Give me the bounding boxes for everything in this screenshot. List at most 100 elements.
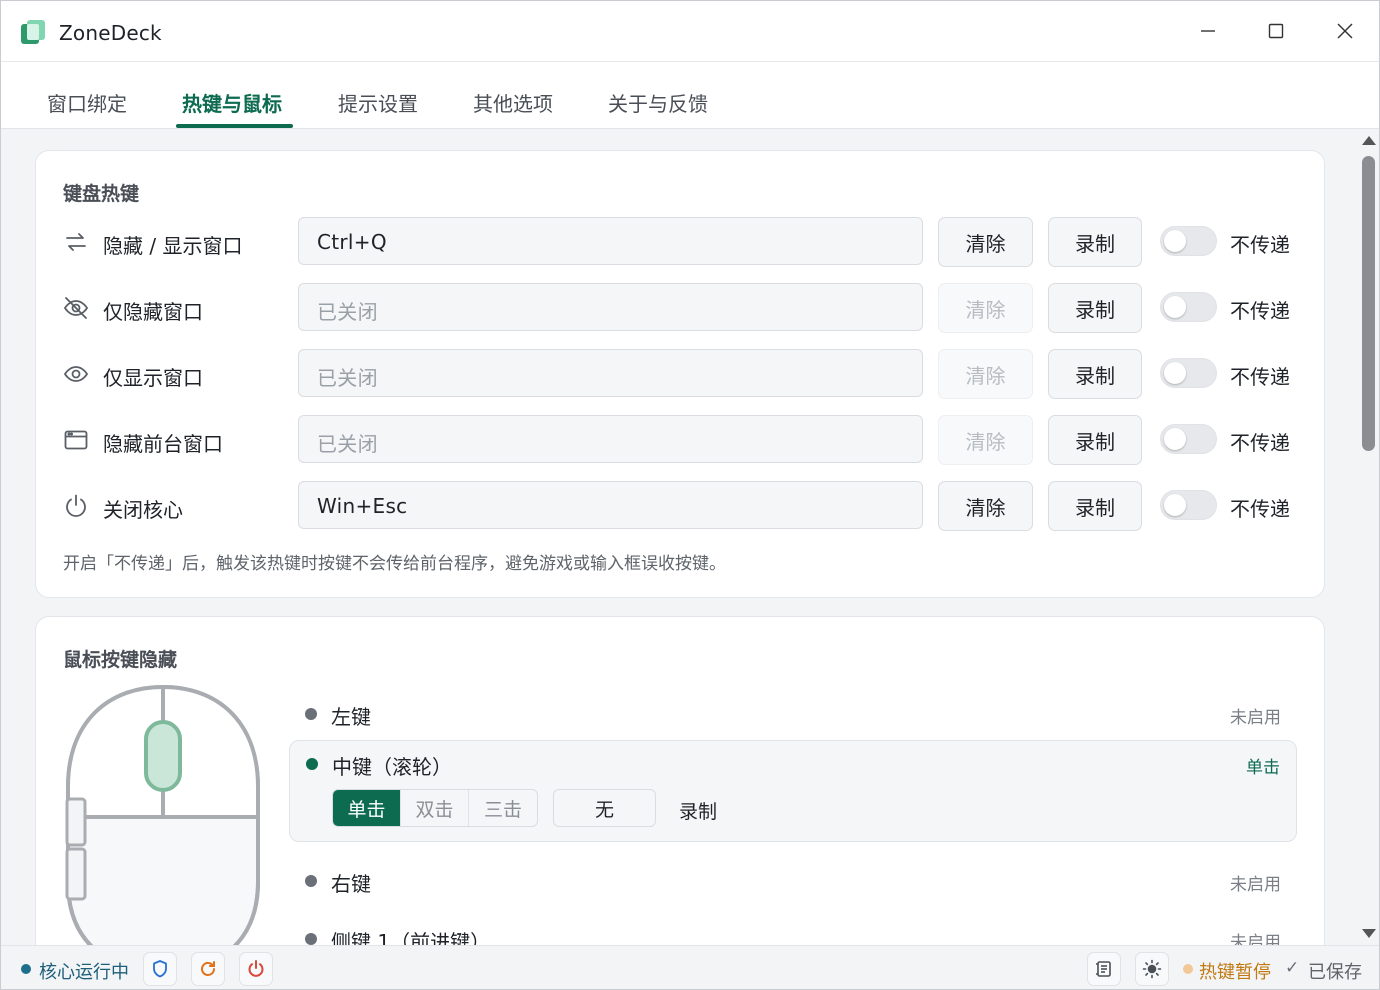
- refresh-icon: [201, 961, 215, 976]
- hotkey-row-show-only: 仅显示窗口 已关闭 清除 录制 不传递: [36, 349, 1324, 399]
- no-pass-label: 不传递: [1230, 365, 1290, 389]
- no-pass-toggle[interactable]: [1160, 490, 1217, 520]
- mouse-button-status: 未启用: [1230, 875, 1281, 895]
- hotkey-input[interactable]: 已关闭: [298, 283, 923, 331]
- shield-icon: [153, 960, 167, 978]
- hotkey-input[interactable]: Ctrl+Q: [298, 217, 923, 265]
- mouse-button-row-middle[interactable]: 中键（滚轮） 单击 单击 双击 三击 无 录制: [289, 740, 1297, 842]
- hotkey-input[interactable]: Win+Esc: [298, 481, 923, 529]
- title-bar: ZoneDeck: [1, 1, 1379, 62]
- status-dot: [305, 933, 317, 945]
- scrollbar-thumb[interactable]: [1362, 156, 1375, 451]
- mouse-button-row-side1[interactable]: 侧键 1（前进键） 未启用: [289, 916, 1297, 945]
- power-icon: [66, 494, 86, 517]
- mouse-button-status: 未启用: [1230, 708, 1281, 728]
- clear-button[interactable]: 清除: [938, 481, 1033, 531]
- save-state-text: 已保存: [1308, 962, 1362, 983]
- mouse-button-status: 未启用: [1230, 933, 1281, 945]
- no-pass-toggle[interactable]: [1160, 358, 1217, 388]
- no-pass-toggle[interactable]: [1160, 424, 1217, 454]
- no-pass-toggle[interactable]: [1160, 226, 1217, 256]
- app-window: ZoneDeck 窗口绑定 热键与鼠标 提示设置 其他选项 关于与反馈 键盘热键: [0, 0, 1380, 990]
- app-logo-icon: [21, 20, 45, 44]
- hotkey-label: 仅显示窗口: [103, 366, 203, 390]
- record-button[interactable]: 录制: [1048, 349, 1142, 399]
- modifier-select[interactable]: 无: [553, 789, 656, 827]
- tab-bar: 窗口绑定 热键与鼠标 提示设置 其他选项 关于与反馈: [1, 62, 1379, 129]
- restart-button[interactable]: [191, 952, 225, 986]
- no-pass-label: 不传递: [1230, 233, 1290, 257]
- hotkey-row-hide-only: 仅隐藏窗口 已关闭 清除 录制 不传递: [36, 283, 1324, 333]
- status-dot: [305, 708, 317, 720]
- hotkey-pause-text[interactable]: 热键暂停: [1199, 958, 1271, 984]
- mouse-button-status: 单击: [1246, 758, 1280, 778]
- shield-button[interactable]: [143, 952, 177, 986]
- window-icon: [64, 430, 88, 450]
- status-dot: [305, 875, 317, 887]
- hotkey-label: 隐藏 / 显示窗口: [103, 234, 243, 258]
- keyboard-hotkeys-title: 键盘热键: [63, 183, 140, 205]
- active-tab-indicator: [176, 124, 293, 128]
- tab-tip-settings[interactable]: 提示设置: [338, 88, 418, 117]
- hotkey-row-toggle-window: 隐藏 / 显示窗口 Ctrl+Q 清除 录制 不传递: [36, 217, 1324, 267]
- tab-hotkeys-mouse[interactable]: 热键与鼠标: [182, 88, 282, 117]
- eye-off-icon: [63, 297, 89, 319]
- sun-icon: [1142, 959, 1162, 979]
- record-button[interactable]: 录制: [1048, 283, 1142, 333]
- swap-arrows-icon: [66, 233, 86, 251]
- no-pass-label: 不传递: [1230, 497, 1290, 521]
- mouse-button-name: 左键: [331, 705, 371, 729]
- maximize-icon: [1268, 23, 1284, 39]
- mouse-illustration-icon: [65, 684, 260, 945]
- hotkey-row-close-core: 关闭核心 Win+Esc 清除 录制 不传递: [36, 481, 1324, 531]
- clear-button[interactable]: 清除: [938, 415, 1033, 465]
- core-status-text: 核心运行中: [39, 962, 129, 983]
- tab-about-feedback[interactable]: 关于与反馈: [608, 88, 708, 117]
- record-button[interactable]: 录制: [1048, 481, 1142, 531]
- mouse-hide-card: 鼠标按键隐藏 左键 未启用 中键（滚轮） 单击 单击 双击 三击 无 录制 右键…: [35, 616, 1325, 945]
- clear-button[interactable]: 清除: [938, 217, 1033, 267]
- click-mode-triple[interactable]: 三击: [469, 790, 537, 826]
- hotkey-label: 关闭核心: [103, 498, 183, 522]
- mouse-button-row-right[interactable]: 右键 未启用: [289, 858, 1297, 906]
- hotkey-label: 仅隐藏窗口: [103, 300, 203, 324]
- tab-window-binding[interactable]: 窗口绑定: [47, 88, 127, 117]
- no-pass-label: 不传递: [1230, 299, 1290, 323]
- mouse-button-name: 右键: [331, 872, 371, 896]
- hotkey-pause-dot: [1183, 964, 1193, 974]
- power-button[interactable]: [239, 952, 273, 986]
- status-dot: [306, 758, 318, 770]
- hotkey-input[interactable]: 已关闭: [298, 349, 923, 397]
- hotkey-input[interactable]: 已关闭: [298, 415, 923, 463]
- click-mode-single[interactable]: 单击: [333, 790, 401, 826]
- mouse-button-name: 侧键 1（前进键）: [331, 930, 491, 945]
- app-title: ZoneDeck: [59, 21, 162, 45]
- click-mode-double[interactable]: 双击: [401, 790, 469, 826]
- core-status-dot: [21, 964, 31, 974]
- theme-button[interactable]: [1135, 952, 1169, 986]
- scroll-log-icon: [1096, 961, 1111, 977]
- mouse-record-button[interactable]: 录制: [679, 797, 717, 824]
- no-pass-label: 不传递: [1230, 431, 1290, 455]
- hotkey-label: 隐藏前台窗口: [103, 432, 223, 456]
- click-mode-segmented: 单击 双击 三击: [332, 789, 538, 827]
- scroll-up-icon[interactable]: [1362, 136, 1376, 145]
- clear-button[interactable]: 清除: [938, 283, 1033, 333]
- minimize-button[interactable]: [1188, 15, 1228, 47]
- log-button[interactable]: [1087, 952, 1121, 986]
- mouse-button-name: 中键（滚轮）: [332, 755, 452, 779]
- power-icon: [248, 960, 264, 977]
- no-pass-toggle[interactable]: [1160, 292, 1217, 322]
- close-button[interactable]: [1325, 15, 1365, 47]
- record-button[interactable]: 录制: [1048, 415, 1142, 465]
- mouse-hide-title: 鼠标按键隐藏: [63, 649, 178, 671]
- record-button[interactable]: 录制: [1048, 217, 1142, 267]
- mouse-button-row-left[interactable]: 左键 未启用: [289, 691, 1297, 739]
- status-bar: 核心运行中 热键暂停 ✓ 已保存: [1, 945, 1379, 989]
- clear-button[interactable]: 清除: [938, 349, 1033, 399]
- tab-other-options[interactable]: 其他选项: [473, 88, 553, 117]
- scroll-down-icon[interactable]: [1362, 929, 1376, 938]
- keyboard-hotkeys-card: 键盘热键 隐藏 / 显示窗口 Ctrl+Q 清除 录制 不传递 仅隐藏窗口 已关: [35, 150, 1325, 598]
- eye-icon: [63, 366, 89, 382]
- maximize-button[interactable]: [1256, 15, 1296, 47]
